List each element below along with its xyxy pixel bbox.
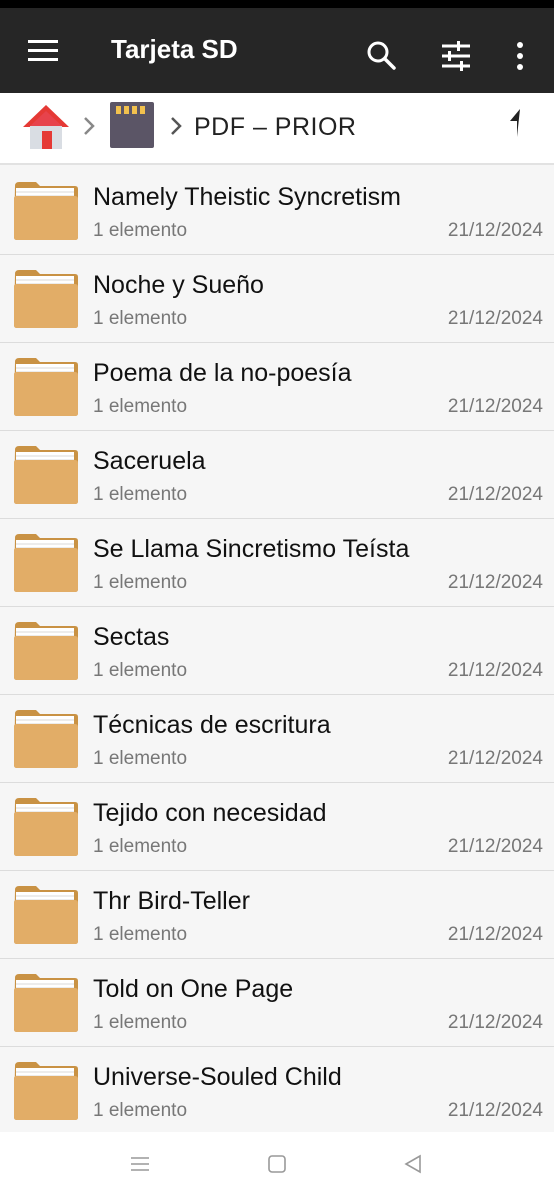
folder-icon — [14, 974, 78, 1032]
home-icon[interactable] — [21, 103, 71, 156]
item-count: 1 elemento — [93, 220, 188, 241]
folder-name: Saceruela — [93, 447, 206, 475]
home-nav-button[interactable] — [267, 1154, 287, 1179]
folder-name: Poema de la no-poesía — [93, 359, 352, 387]
modified-date: 21/12/2024 — [447, 924, 543, 945]
item-count: 1 elemento — [93, 484, 188, 505]
modified-date: 21/12/2024 — [447, 1100, 543, 1121]
menu-button[interactable] — [26, 36, 60, 66]
list-item[interactable]: Saceruela 1 elemento 21/12/2024 — [0, 431, 554, 519]
page-title: Tarjeta SD — [111, 34, 238, 64]
modified-date: 21/12/2024 — [447, 748, 543, 769]
back-icon — [404, 1154, 421, 1174]
folder-name: Tejido con necesidad — [93, 799, 327, 827]
modified-date: 21/12/2024 — [447, 572, 543, 593]
item-count: 1 elemento — [93, 660, 188, 681]
modified-date: 21/12/2024 — [447, 396, 543, 417]
folder-list: Namely Theistic Syncretism 1 elemento 21/1… — [0, 167, 554, 1135]
modified-date: 21/12/2024 — [447, 484, 543, 505]
item-count: 1 elemento — [93, 924, 188, 945]
modified-date: 21/12/2024 — [447, 220, 543, 241]
list-item[interactable]: Poema de la no-poesía 1 elemento 21/12/202… — [0, 343, 554, 431]
breadcrumb: PDF – PRIOR — [0, 93, 554, 165]
folder-name: Told on One Page — [93, 975, 294, 1003]
modified-date: 21/12/2024 — [447, 660, 543, 681]
item-count: 1 elemento — [93, 308, 188, 329]
folder-name: Namely Theistic Syncretism — [93, 183, 401, 211]
list-item[interactable]: Técnicas de escritura 1 elemento 21/12/202… — [0, 695, 554, 783]
search-button[interactable] — [365, 39, 397, 76]
folder-icon — [14, 358, 78, 416]
list-item[interactable]: Tejido con necesidad 1 elemento 21/12/2024 — [0, 783, 554, 871]
list-item[interactable]: Universe-Souled Child 1 elemento 21/12/202… — [0, 1047, 554, 1135]
system-nav-bar — [0, 1132, 554, 1200]
recents-button[interactable] — [130, 1154, 150, 1179]
up-folder-button[interactable] — [502, 107, 534, 152]
item-count: 1 elemento — [93, 572, 188, 593]
modified-date: 21/12/2024 — [447, 308, 543, 329]
chevron-right-icon — [171, 117, 182, 135]
modified-date: 21/12/2024 — [447, 1012, 543, 1033]
filter-icon — [442, 41, 470, 71]
folder-icon — [14, 182, 78, 240]
list-item[interactable]: Sectas 1 elemento 21/12/2024 — [0, 607, 554, 695]
menu-icon — [28, 40, 58, 61]
item-count: 1 elemento — [93, 1100, 188, 1121]
folder-name: Técnicas de escritura — [93, 711, 331, 739]
folder-icon — [14, 798, 78, 856]
folder-name: Universe-Souled Child — [93, 1063, 342, 1091]
folder-name: Se Llama Sincretismo Teísta — [93, 535, 410, 563]
list-item[interactable]: Noche y Sueño 1 elemento 21/12/2024 — [0, 255, 554, 343]
folder-icon — [14, 622, 78, 680]
app-toolbar: Tarjeta SD — [0, 8, 554, 93]
filter-button[interactable] — [440, 40, 472, 77]
folder-icon — [14, 710, 78, 768]
home-nav-icon — [268, 1155, 286, 1173]
chevron-right-icon — [84, 117, 95, 135]
recents-icon — [131, 1157, 149, 1171]
folder-icon — [14, 886, 78, 944]
item-count: 1 elemento — [93, 396, 188, 417]
item-count: 1 elemento — [93, 836, 188, 857]
folder-name: Noche y Sueño — [93, 271, 264, 299]
list-item[interactable]: Namely Theistic Syncretism 1 elemento 21/1… — [0, 167, 554, 255]
search-icon — [367, 41, 396, 70]
breadcrumb-current-folder[interactable]: PDF – PRIOR — [194, 113, 356, 142]
list-item[interactable]: Thr Bird-Teller 1 elemento 21/12/2024 — [0, 871, 554, 959]
folder-icon — [14, 446, 78, 504]
back-nav-button[interactable] — [403, 1154, 423, 1179]
folder-icon — [14, 1062, 78, 1120]
status-bar — [0, 0, 554, 8]
up-arrow-icon — [510, 109, 520, 137]
item-count: 1 elemento — [93, 1012, 188, 1033]
sd-card-icon[interactable] — [108, 100, 156, 155]
folder-icon — [14, 534, 78, 592]
more-vert-icon — [517, 42, 523, 70]
folder-name: Sectas — [93, 623, 170, 651]
more-options-button[interactable] — [512, 40, 528, 77]
list-item[interactable]: Se Llama Sincretismo Teísta 1 elemento 21/… — [0, 519, 554, 607]
modified-date: 21/12/2024 — [447, 836, 543, 857]
list-item[interactable]: Told on One Page 1 elemento 21/12/2024 — [0, 959, 554, 1047]
folder-icon — [14, 270, 78, 328]
item-count: 1 elemento — [93, 748, 188, 769]
folder-name: Thr Bird-Teller — [93, 887, 250, 915]
